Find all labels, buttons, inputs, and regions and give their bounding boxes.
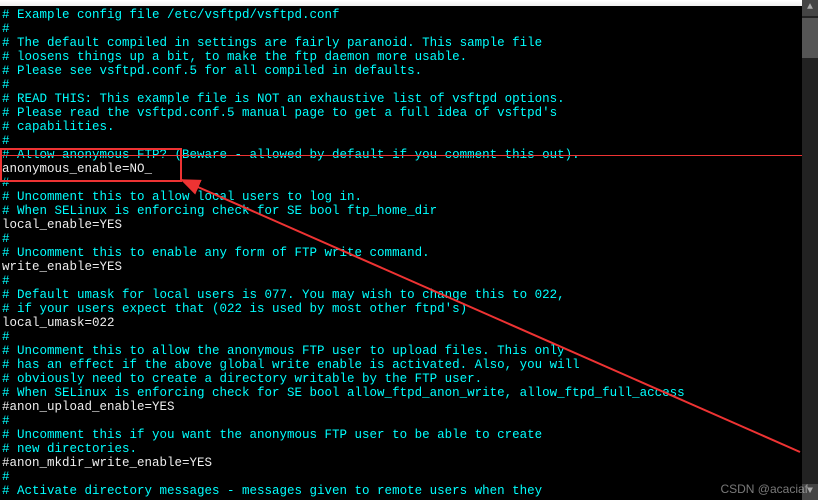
config-comment-line[interactable]: # new directories. [2,442,818,456]
config-comment-line[interactable]: # Uncomment this to allow the anonymous … [2,344,818,358]
config-setting-line[interactable]: anonymous_enable=NO_ [2,162,818,176]
config-comment-line[interactable]: # [2,22,818,36]
config-comment-line[interactable]: # loosens things up a bit, to make the f… [2,50,818,64]
config-comment-line[interactable]: # [2,414,818,428]
config-comment-line[interactable]: # [2,78,818,92]
watermark-text: CSDN @acaciaf [720,482,808,496]
config-setting-line[interactable]: local_enable=YES [2,218,818,232]
config-comment-line[interactable]: # [2,274,818,288]
config-comment-line[interactable]: # Uncomment this if you want the anonymo… [2,428,818,442]
config-comment-line[interactable]: # if your users expect that (022 is used… [2,302,818,316]
config-comment-line[interactable]: # obviously need to create a directory w… [2,372,818,386]
config-comment-line[interactable]: # [2,330,818,344]
config-comment-line[interactable]: # has an effect if the above global writ… [2,358,818,372]
config-comment-line[interactable]: # When SELinux is enforcing check for SE… [2,386,818,400]
config-comment-line[interactable]: # READ THIS: This example file is NOT an… [2,92,818,106]
config-setting-line[interactable]: local_umask=022 [2,316,818,330]
config-comment-line[interactable]: # [2,470,818,484]
config-comment-line[interactable]: # Uncomment this to allow local users to… [2,190,818,204]
config-comment-line[interactable]: # Activate directory messages - messages… [2,484,818,498]
config-setting-line[interactable]: write_enable=YES [2,260,818,274]
config-comment-line[interactable]: # Default umask for local users is 077. … [2,288,818,302]
config-setting-line[interactable]: #anon_upload_enable=YES [2,400,818,414]
browser-chrome-peek [0,0,818,6]
scroll-thumb[interactable] [802,18,818,58]
config-comment-line[interactable]: # Uncomment this to enable any form of F… [2,246,818,260]
config-comment-line[interactable]: # Please see vsftpd.conf.5 for all compi… [2,64,818,78]
config-comment-line[interactable]: # Example config file /etc/vsftpd/vsftpd… [2,8,818,22]
config-comment-line[interactable]: # Allow anonymous FTP? (Beware - allowed… [2,148,818,162]
config-comment-line[interactable]: # [2,134,818,148]
config-comment-line[interactable]: # [2,176,818,190]
scroll-up-button[interactable]: ▲ [802,0,818,16]
vertical-scrollbar[interactable]: ▲ ▼ [802,0,818,500]
config-comment-line[interactable]: # The default compiled in settings are f… [2,36,818,50]
config-comment-line[interactable]: # When SELinux is enforcing check for SE… [2,204,818,218]
config-comment-line[interactable]: # Please read the vsftpd.conf.5 manual p… [2,106,818,120]
config-comment-line[interactable]: # capabilities. [2,120,818,134]
config-comment-line[interactable]: # [2,232,818,246]
config-setting-line[interactable]: #anon_mkdir_write_enable=YES [2,456,818,470]
terminal-editor[interactable]: # Example config file /etc/vsftpd/vsftpd… [2,8,818,500]
